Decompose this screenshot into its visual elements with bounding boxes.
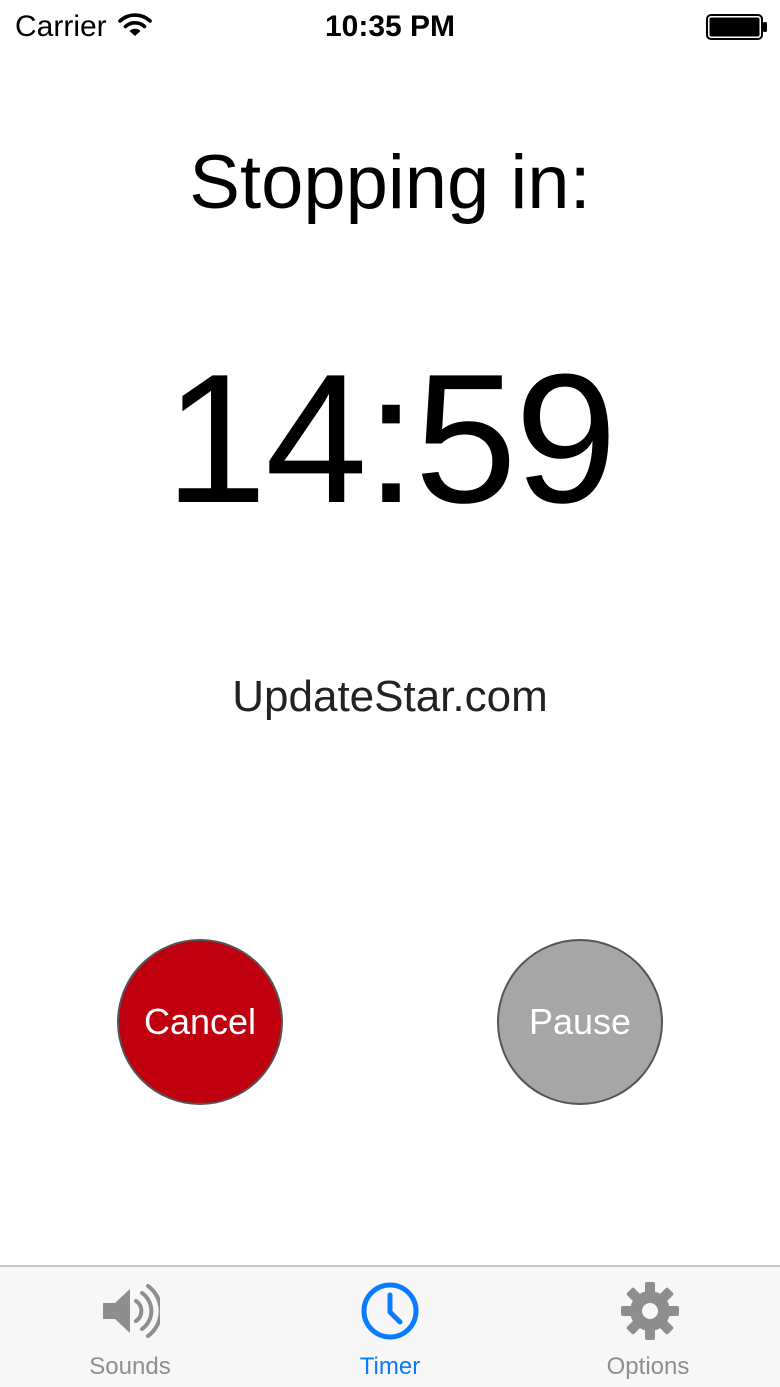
tab-options-label: Options (606, 1353, 690, 1380)
speaker-icon (103, 1284, 160, 1338)
pause-button-label: Pause (528, 1001, 632, 1042)
cancel-button-label: Cancel (143, 1001, 257, 1042)
cancel-button[interactable]: Cancel (117, 939, 283, 1105)
watermark-text: UpdateStar.com (232, 672, 548, 721)
tab-options[interactable]: Options (520, 1267, 780, 1387)
tab-sounds[interactable]: Sounds (0, 1267, 260, 1387)
status-time: 10:35 PM (324, 10, 456, 43)
battery-icon (706, 14, 767, 40)
pause-button[interactable]: Pause (497, 939, 663, 1105)
status-bar: Carrier 10:35 PM (0, 0, 780, 54)
stopping-in-heading: Stopping in: (189, 140, 591, 225)
countdown-display: 14:59 (164, 335, 617, 541)
clock-icon (361, 1282, 419, 1340)
tab-bar: Sounds Timer Options (0, 1265, 780, 1387)
gear-icon (621, 1282, 679, 1340)
tab-sounds-label: Sounds (89, 1353, 171, 1380)
tab-timer[interactable]: Timer (260, 1267, 520, 1387)
tab-timer-label: Timer (359, 1353, 421, 1380)
